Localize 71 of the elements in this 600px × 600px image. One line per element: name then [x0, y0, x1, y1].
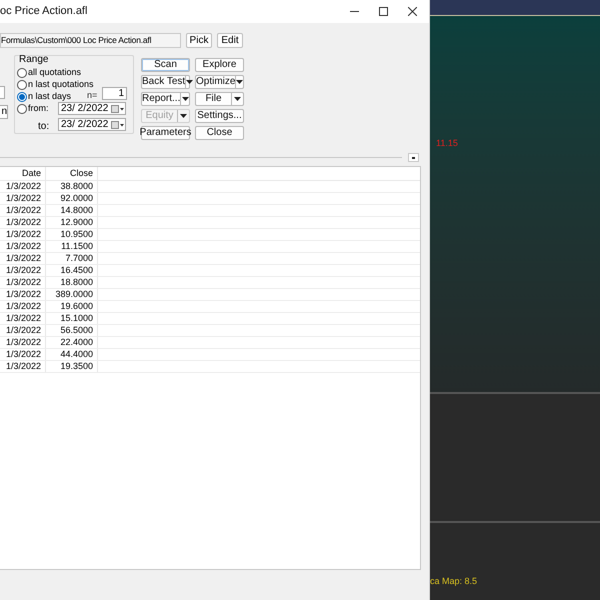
- formula-button[interactable]: Edit: [217, 33, 243, 48]
- table-cell: 1/3/2022: [6, 206, 41, 215]
- table-cell: 14.8000: [60, 206, 93, 215]
- close-icon[interactable]: [408, 7, 417, 16]
- table-cell: 19.6000: [60, 302, 93, 311]
- indicator-label: ca Map: 8.5: [430, 577, 478, 586]
- table-cell: 19.3500: [60, 362, 93, 371]
- split-button[interactable]: Report...: [141, 92, 190, 106]
- radio-option[interactable]: n last days: [17, 91, 72, 102]
- calendar-icon: [111, 120, 125, 128]
- table-cell: 12.9000: [60, 218, 93, 227]
- price-label: 11.15: [436, 139, 459, 148]
- table-cell: 1/3/2022: [6, 266, 41, 275]
- caret-icon: [236, 80, 244, 84]
- action-button[interactable]: Parameters: [141, 126, 190, 140]
- column-header[interactable]: Date: [22, 167, 41, 180]
- table-cell: 16.4500: [60, 266, 93, 275]
- caret-icon: [234, 97, 241, 101]
- table-cell: 11.1500: [61, 242, 93, 251]
- maximize-icon[interactable]: [379, 7, 388, 16]
- date-field[interactable]: 23/ 2/2022: [58, 102, 126, 115]
- split-button[interactable]: File: [195, 92, 244, 106]
- table-cell: 1/3/2022: [6, 242, 41, 251]
- table-cell: 44.4000: [60, 350, 93, 359]
- table-cell: 22.4000: [60, 338, 93, 347]
- formula-path-field[interactable]: Formulas\Custom\000 Loc Price Action.afl: [0, 33, 181, 48]
- table-cell: 389.0000: [55, 290, 93, 299]
- side-field[interactable]: [0, 86, 5, 99]
- table-cell: 1/3/2022: [6, 326, 41, 335]
- table-cell: 92.0000: [60, 194, 93, 203]
- group-title: Range: [19, 55, 48, 65]
- column-header[interactable]: Close: [70, 167, 93, 180]
- table-cell: 1/3/2022: [6, 362, 41, 371]
- collapse-button[interactable]: [408, 153, 419, 162]
- table-cell: 7.7000: [65, 254, 93, 263]
- radio-option[interactable]: all quotations: [17, 67, 82, 78]
- formula-button[interactable]: Pick: [186, 33, 212, 48]
- caret-icon: [186, 80, 194, 84]
- table-cell: 1/3/2022: [6, 194, 41, 203]
- side-button[interactable]: n: [0, 105, 8, 119]
- n-label: n=: [87, 89, 98, 102]
- table-cell: 1/3/2022: [6, 254, 41, 263]
- table-cell: 1/3/2022: [6, 338, 41, 347]
- table-cell: 1/3/2022: [6, 302, 41, 311]
- radio-option[interactable]: n last quotations: [17, 79, 94, 90]
- n-field[interactable]: 1: [102, 87, 127, 100]
- action-button[interactable]: Settings...: [195, 109, 244, 123]
- radio-option[interactable]: from:: [17, 103, 49, 114]
- table-cell: 10.9500: [60, 230, 93, 239]
- table-cell: 15.1000: [60, 314, 93, 323]
- split-button[interactable]: Back Test: [141, 75, 190, 89]
- action-button[interactable]: Scan: [141, 58, 190, 72]
- table-cell: 1/3/2022: [6, 218, 41, 227]
- action-button[interactable]: Close: [195, 126, 244, 140]
- table-cell: 1/3/2022: [6, 290, 41, 299]
- to-label: to:: [38, 120, 50, 134]
- action-button[interactable]: Explore: [195, 58, 244, 72]
- table-cell: 38.8000: [60, 182, 93, 191]
- table-cell: 1/3/2022: [6, 230, 41, 239]
- table-cell: 56.5000: [60, 326, 93, 335]
- window-title: oc Price Action.afl: [0, 4, 88, 20]
- split-button[interactable]: Optimize: [195, 75, 244, 89]
- date-field[interactable]: 23/ 2/2022: [58, 118, 126, 131]
- table-cell: 1/3/2022: [6, 350, 41, 359]
- table-cell: 18.8000: [60, 278, 93, 287]
- caret-icon: [180, 114, 187, 118]
- calendar-icon: [111, 104, 125, 112]
- table-cell: 1/3/2022: [6, 182, 41, 191]
- table-cell: 1/3/2022: [6, 314, 41, 323]
- table-cell: 1/3/2022: [6, 278, 41, 287]
- caret-icon: [182, 97, 189, 101]
